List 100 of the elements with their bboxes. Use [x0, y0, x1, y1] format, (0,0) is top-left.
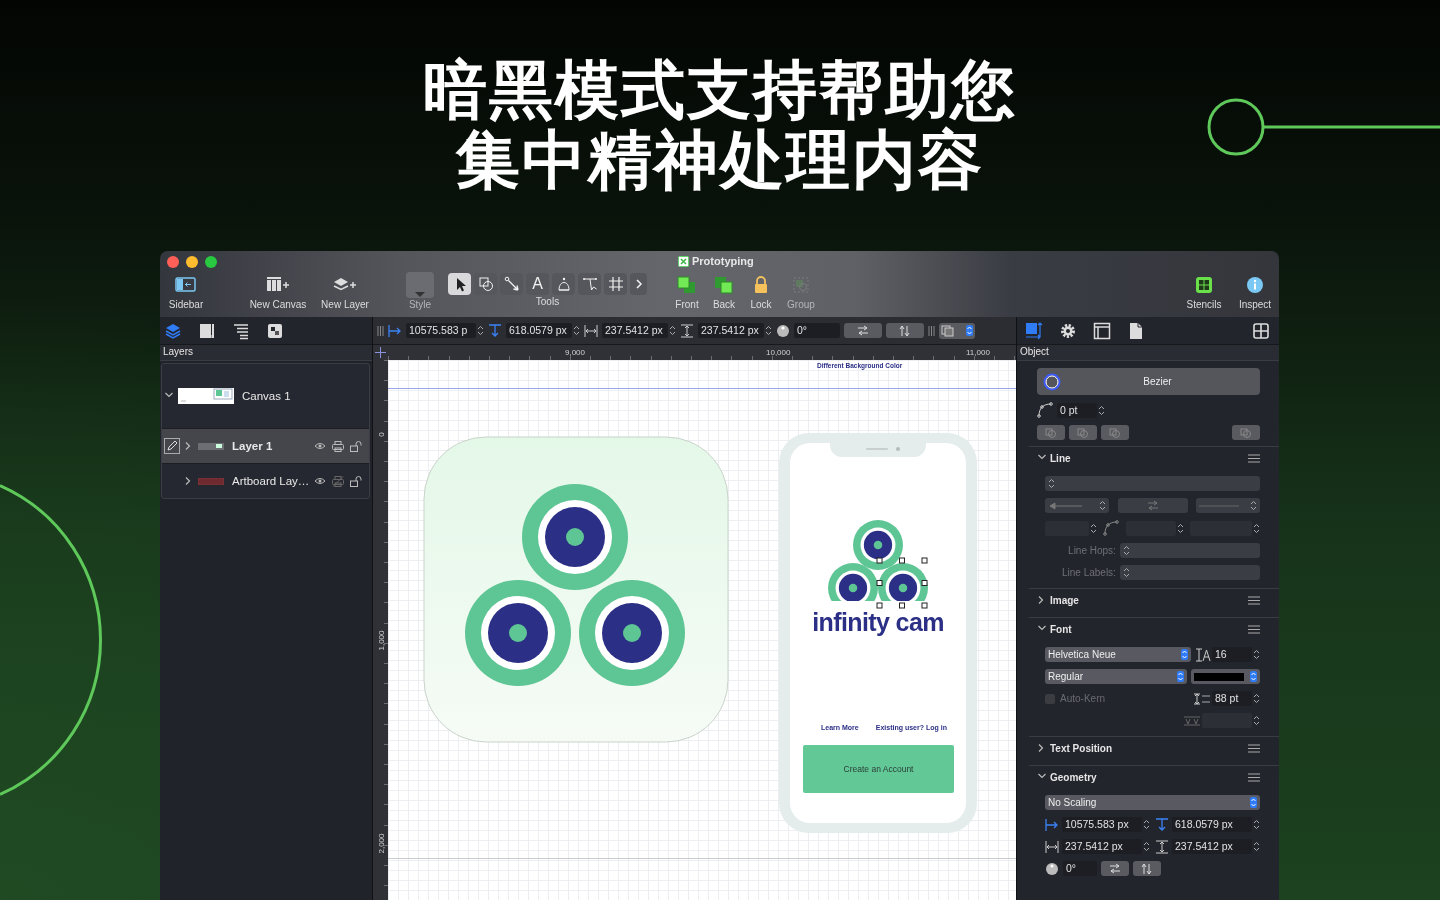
- line-start-popup[interactable]: [1045, 498, 1109, 513]
- flip-horizontal-button[interactable]: [844, 323, 882, 338]
- section-header[interactable]: Line: [1037, 452, 1071, 464]
- printer-off-icon[interactable]: [332, 475, 344, 487]
- font-style-popup[interactable]: Regular: [1045, 669, 1187, 684]
- logo-text: infinity cam: [811, 608, 945, 637]
- flip-vertical-button[interactable]: [886, 323, 924, 338]
- height-icon: [1155, 839, 1171, 854]
- corner-radius-icon: [1103, 520, 1120, 536]
- menu-icon[interactable]: [1248, 743, 1260, 753]
- stepper-icon[interactable]: [1048, 478, 1055, 489]
- y-field[interactable]: 618.0579 px: [506, 323, 572, 338]
- zoom-button[interactable]: [205, 256, 217, 268]
- y-position-icon: [488, 323, 502, 338]
- rotation-field[interactable]: 0°: [794, 323, 840, 338]
- shape-button[interactable]: Bezier: [1037, 368, 1260, 395]
- height-field[interactable]: 237.5412 px: [1172, 839, 1252, 854]
- eye-icon[interactable]: [314, 442, 326, 450]
- toolbar-button[interactable]: Inspect: [1231, 273, 1279, 310]
- printer-icon[interactable]: [332, 440, 344, 452]
- layer-row[interactable]: Canvas 1: [162, 364, 369, 428]
- toolbar-button[interactable]: Sidebar: [164, 273, 208, 310]
- menu-icon[interactable]: [1248, 595, 1260, 605]
- color-well[interactable]: [1190, 669, 1260, 684]
- pointer-tool-button[interactable]: [448, 273, 471, 295]
- bring-front-icon: [677, 276, 697, 294]
- diagram-icon: [607, 276, 624, 292]
- text-tool-button[interactable]: A: [526, 273, 549, 295]
- section-header[interactable]: Font: [1037, 623, 1072, 635]
- minimize-button[interactable]: [186, 256, 198, 268]
- object-tab[interactable]: [1024, 320, 1044, 341]
- font-size-field[interactable]: 16: [1212, 647, 1252, 662]
- toolbar-button[interactable]: Lock: [743, 273, 779, 310]
- flip-horizontal-button[interactable]: [1101, 861, 1129, 876]
- canvas-tab[interactable]: [1092, 320, 1112, 341]
- stepper-icon[interactable]: [1250, 500, 1257, 511]
- rotation-field[interactable]: 0°: [1063, 861, 1097, 876]
- shape-tool-button[interactable]: [474, 273, 497, 295]
- flip-vertical-button[interactable]: [1133, 861, 1161, 876]
- line-height-field[interactable]: 88 pt: [1212, 691, 1252, 706]
- arrange-toggle-button[interactable]: [939, 322, 975, 339]
- grid-view-button[interactable]: [1251, 320, 1271, 341]
- stepper-icon[interactable]: [1122, 545, 1130, 556]
- toolbar-button[interactable]: Back: [706, 273, 742, 310]
- stepper-icon[interactable]: [1143, 819, 1150, 830]
- bezier-tool-button[interactable]: [552, 273, 575, 295]
- stepper-icon[interactable]: [669, 325, 676, 336]
- menu-icon[interactable]: [1248, 453, 1260, 463]
- width-field[interactable]: 237.5412 px: [1062, 839, 1142, 854]
- stepper-icon[interactable]: [1253, 715, 1260, 726]
- sidebar-icon: [175, 276, 197, 294]
- rotation-knob[interactable]: [1045, 861, 1059, 876]
- stepper-icon[interactable]: [1143, 841, 1150, 852]
- width-field[interactable]: 237.5412 px: [602, 323, 668, 338]
- stepper-icon[interactable]: [1253, 649, 1260, 660]
- rotation-knob[interactable]: [776, 323, 790, 338]
- stepper-icon[interactable]: [1253, 819, 1260, 830]
- line-tool-button[interactable]: [500, 273, 523, 295]
- toolbar-button[interactable]: New Layer: [316, 273, 374, 310]
- stepper-icon[interactable]: [765, 325, 772, 336]
- x-position-icon: [388, 323, 402, 338]
- more-tools-button[interactable]: [630, 273, 647, 295]
- eye-icon[interactable]: [314, 477, 326, 485]
- stacked-squares-icon: [941, 324, 955, 337]
- stepper-icon[interactable]: [477, 325, 484, 336]
- section-header[interactable]: Geometry: [1037, 771, 1097, 783]
- font-family-popup[interactable]: Helvetica Neue: [1045, 647, 1191, 662]
- stepper-icon[interactable]: [1253, 841, 1260, 852]
- swap-arrows-icon: [1145, 498, 1160, 513]
- ruler-label: 10,000: [766, 348, 791, 357]
- section-header[interactable]: Image: [1037, 594, 1079, 606]
- stepper-icon[interactable]: [1253, 693, 1260, 704]
- layer-row[interactable]: Layer 1: [162, 428, 369, 463]
- stepper-icon[interactable]: [1122, 567, 1130, 578]
- x-field[interactable]: 10575.583 p: [406, 323, 476, 338]
- toolbar-button[interactable]: New Canvas: [246, 273, 310, 310]
- corner-radius-field[interactable]: 0 pt: [1057, 402, 1097, 418]
- layer-row[interactable]: Artboard Lay…: [162, 463, 369, 498]
- menu-icon[interactable]: [1248, 772, 1260, 782]
- stepper-icon[interactable]: [1176, 522, 1184, 534]
- stepper-icon[interactable]: [1253, 522, 1260, 534]
- unlock-icon[interactable]: [350, 440, 363, 452]
- unlock-icon[interactable]: [350, 475, 363, 487]
- y-field[interactable]: 618.0579 px: [1172, 817, 1252, 832]
- panel-header: Layers: [160, 345, 372, 361]
- menu-icon[interactable]: [1248, 624, 1260, 634]
- stepper-icon[interactable]: [1098, 404, 1105, 416]
- point-tool-button[interactable]: [578, 273, 601, 295]
- diagram-tool-button[interactable]: [604, 273, 627, 295]
- height-field[interactable]: 237.5412 px: [698, 323, 764, 338]
- stepper-icon[interactable]: [1099, 500, 1106, 511]
- stepper-icon[interactable]: [1090, 522, 1097, 534]
- toolbar-button[interactable]: Front: [669, 273, 705, 310]
- section-header[interactable]: Text Position: [1037, 742, 1113, 754]
- toolbar-button[interactable]: Stencils: [1182, 273, 1226, 310]
- x-field[interactable]: 10575.583 px: [1062, 817, 1142, 832]
- close-button[interactable]: [167, 256, 179, 268]
- scaling-popup[interactable]: No Scaling: [1045, 795, 1260, 810]
- stepper-icon[interactable]: [573, 325, 580, 336]
- send-back-icon: [714, 276, 734, 294]
